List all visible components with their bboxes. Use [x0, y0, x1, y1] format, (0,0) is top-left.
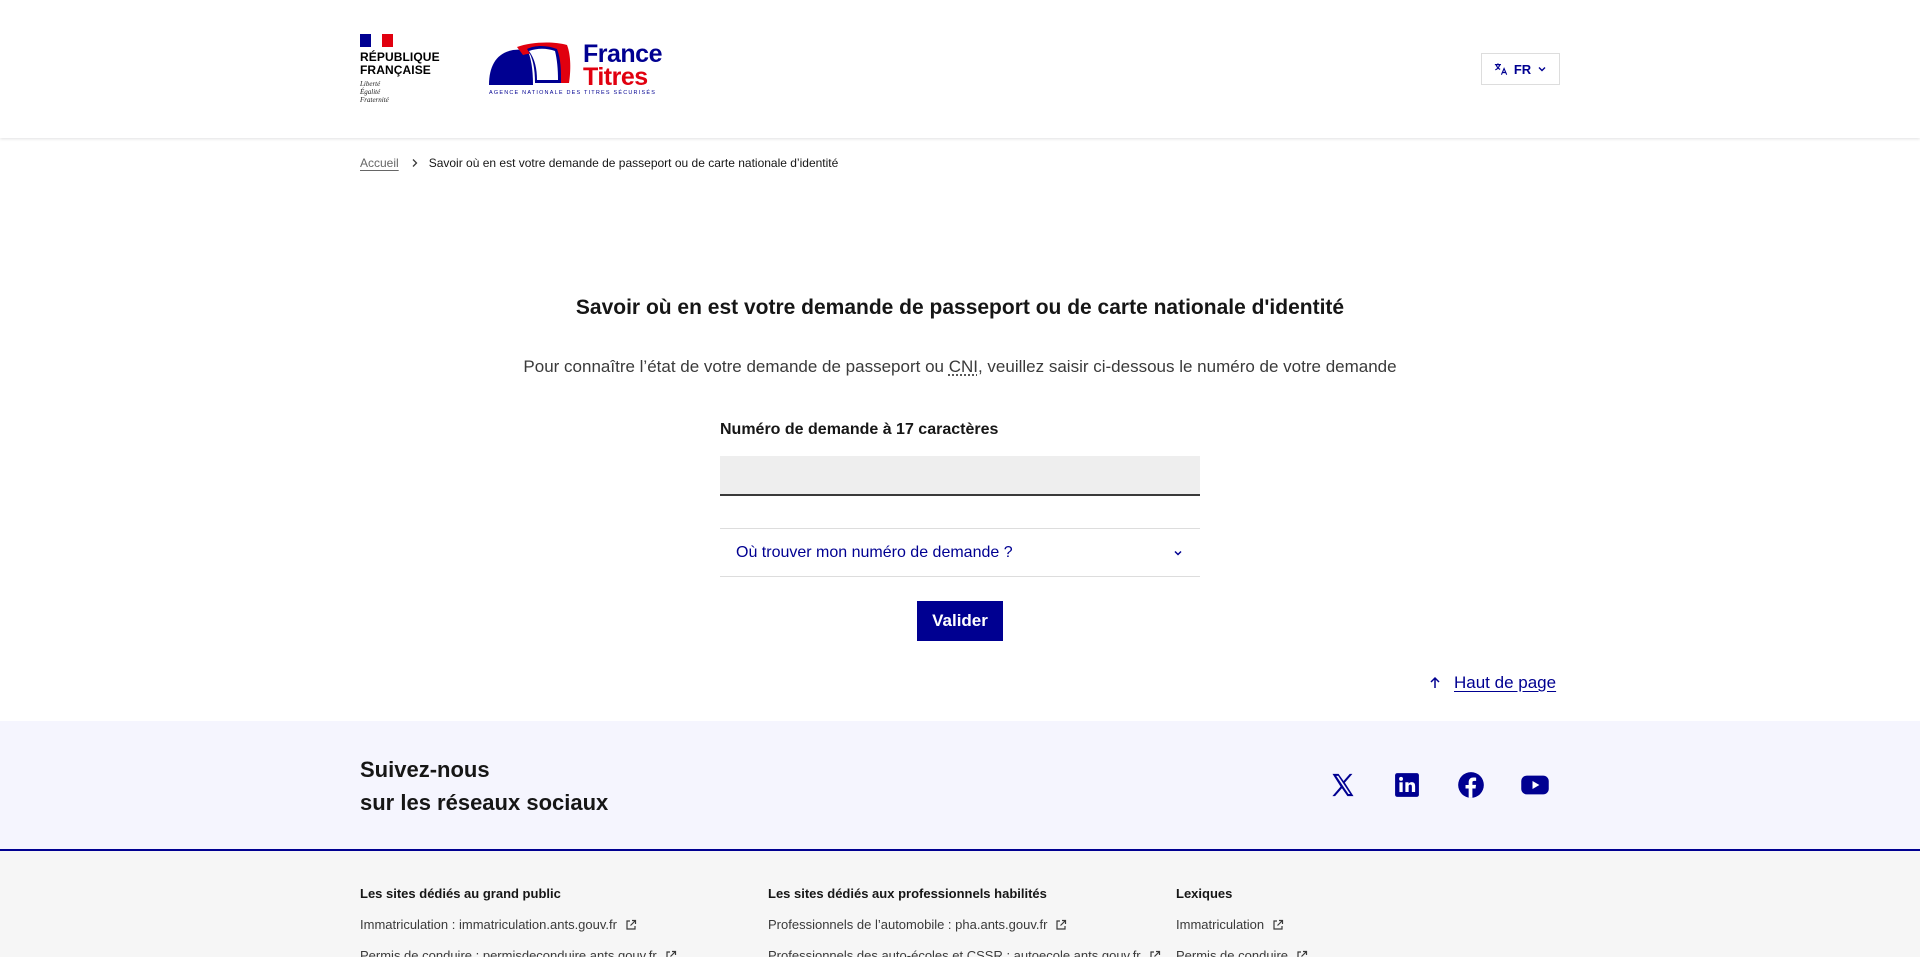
social-title: Suivez-nous sur les réseaux sociaux [360, 757, 609, 815]
cni-abbreviation: CNI [948, 357, 978, 376]
chevron-right-icon [411, 158, 419, 168]
youtube-link[interactable] [1519, 769, 1551, 801]
site-footer: Les sites dédiés au grand public Immatri… [0, 851, 1920, 957]
footer-link[interactable]: Professionnels des auto-écoles et CSSR :… [768, 948, 1161, 957]
france-titres-logo[interactable]: France Titres Agence nationale des titre… [487, 38, 662, 100]
external-link-icon [666, 950, 676, 957]
submit-button[interactable]: Valider [917, 601, 1003, 641]
back-to-top-label: Haut de page [1454, 673, 1557, 692]
external-link-icon [1150, 950, 1160, 957]
footer-link[interactable]: Professionnels de l’automobile : pha.ant… [768, 917, 1161, 932]
x-icon [1332, 773, 1354, 797]
social-networks-band: Suivez-nous sur les réseaux sociaux [0, 721, 1920, 851]
external-link-icon [1056, 919, 1067, 930]
breadcrumb: Accueil Savoir où en est votre demande d… [360, 156, 838, 170]
france-titres-emblem-icon [489, 42, 571, 85]
republic-motto: Liberté Égalité Fraternité [360, 80, 389, 104]
footer-column-glossaries: Lexiques Immatriculation Permis de condu… [1176, 886, 1308, 957]
linkedin-link[interactable] [1391, 769, 1423, 801]
footer-column-title: Lexiques [1176, 886, 1233, 901]
footer-link[interactable]: Permis de conduire : permisdeconduire.an… [360, 948, 677, 957]
external-link-icon [1297, 950, 1308, 957]
republique-francaise-logo[interactable]: RÉPUBLIQUE FRANÇAISE Liberté Égalité Fra… [360, 34, 470, 104]
footer-column-public: Les sites dédiés au grand public Immatri… [360, 886, 677, 957]
back-to-top-link[interactable]: Haut de page [1428, 673, 1556, 693]
facebook-link[interactable] [1455, 769, 1487, 801]
logo-tagline: Agence nationale des titres sécurisés [489, 90, 657, 96]
external-link-icon [1273, 919, 1284, 930]
language-code: FR [1513, 61, 1532, 77]
footer-link[interactable]: Immatriculation : immatriculation.ants.g… [360, 917, 677, 932]
request-number-label: Numéro de demande à 17 caractères [720, 421, 999, 438]
logo-word-titres: Titres [583, 63, 648, 91]
facebook-icon [1458, 772, 1484, 798]
chevron-down-icon [1538, 67, 1546, 72]
footer-column-professionals: Les sites dédiés aux professionnels habi… [768, 886, 1161, 957]
x-link[interactable] [1327, 769, 1359, 801]
social-icons [1327, 769, 1551, 801]
intro-text: Pour connaître l’état de votre demande d… [523, 357, 1397, 376]
translate-icon [1494, 63, 1508, 75]
chevron-down-icon [1174, 550, 1182, 556]
footer-link[interactable]: Immatriculation [1176, 917, 1308, 932]
page-title: Savoir où en est votre demande de passep… [575, 296, 1345, 319]
footer-column-title: Les sites dédiés au grand public [360, 886, 561, 901]
footer-column-title: Les sites dédiés aux professionnels habi… [768, 886, 1047, 901]
marianne-flag-icon [360, 34, 393, 47]
linkedin-icon [1395, 773, 1419, 797]
accordion-label: Où trouver mon numéro de demande ? [736, 543, 1013, 561]
language-selector-button[interactable]: FR [1481, 53, 1560, 85]
external-link-icon [626, 919, 637, 930]
footer-link[interactable]: Permis de conduire [1176, 948, 1308, 957]
request-number-input[interactable] [720, 456, 1200, 496]
site-header: RÉPUBLIQUE FRANÇAISE Liberté Égalité Fra… [0, 0, 1920, 138]
breadcrumb-current: Savoir où en est votre demande de passep… [428, 156, 839, 170]
breadcrumb-home-link[interactable]: Accueil [360, 156, 399, 170]
where-to-find-number-accordion[interactable]: Où trouver mon numéro de demande ? [720, 528, 1200, 577]
republic-name: RÉPUBLIQUE FRANÇAISE [360, 50, 440, 77]
arrow-up-icon [1430, 676, 1440, 688]
youtube-icon [1521, 775, 1549, 795]
